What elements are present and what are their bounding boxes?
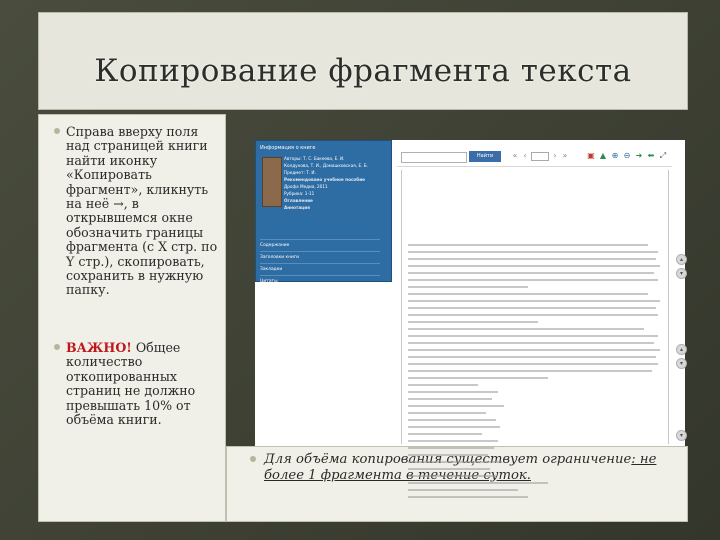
- page-text-line: [408, 356, 656, 358]
- page-text-line: [408, 447, 494, 449]
- page-text-line: [408, 433, 482, 435]
- page-text-line: [408, 377, 548, 379]
- page-text-line: [408, 258, 656, 260]
- page-text-line: [408, 489, 518, 491]
- page-text-line: [408, 468, 490, 470]
- book-annotation-link[interactable]: Аннотация: [284, 204, 384, 211]
- bullet-copy-instructions: Справа вверху поля над страницей книги н…: [54, 124, 220, 298]
- page-text-line: [408, 426, 500, 428]
- prev-page-icon[interactable]: ‹: [521, 152, 529, 160]
- zoom-out-icon[interactable]: ⊖: [623, 152, 631, 160]
- bullet-marker-icon: [54, 128, 60, 134]
- arrow-right-icon[interactable]: ➜: [635, 152, 643, 160]
- book-info-line: Рекомендовано учебное пособие: [284, 177, 366, 182]
- scroll-down-icon[interactable]: ▾: [676, 430, 687, 441]
- book-info-line: Рубрика: 1-11: [284, 191, 315, 196]
- book-info-line: Авторы: Т. С. Бакеева, Е. И.: [284, 156, 345, 161]
- page-text-line: [408, 440, 498, 442]
- page-text-line: [408, 412, 486, 414]
- arrow-left-icon[interactable]: ⬅: [647, 152, 655, 160]
- page-text-line: [408, 405, 504, 407]
- title-box: Копирование фрагмента текста: [38, 12, 688, 110]
- book-info-lines: Авторы: Т. С. Бакеева, Е. И. Колдунова, …: [284, 155, 384, 211]
- page-text-line: [408, 391, 498, 393]
- page-field-icon[interactable]: [531, 152, 549, 161]
- page-text-line: [408, 244, 648, 246]
- page-text-line: [408, 342, 654, 344]
- page-text-line: [408, 286, 528, 288]
- page-text-line: [408, 279, 658, 281]
- page-text-line: [408, 419, 496, 421]
- book-info-pane: Информация о книге Авторы: Т. С. Бакеева…: [255, 140, 392, 284]
- page-text-line: [408, 307, 656, 309]
- book-info-line: Предмет: Т. И.: [284, 170, 316, 175]
- page-text-line: [408, 335, 658, 337]
- scroll-down-icon[interactable]: ▾: [676, 268, 687, 279]
- important-label: ВАЖНО!: [66, 340, 132, 355]
- page-text-line: [408, 398, 492, 400]
- slide-title: Копирование фрагмента текста: [94, 53, 632, 89]
- page-text-line: [408, 384, 478, 386]
- page-text-line: [408, 349, 660, 351]
- page-text-line: [408, 300, 660, 302]
- zoom-in-icon[interactable]: ⊕: [611, 152, 619, 160]
- reader-toolbar: Найти « ‹ › » ▣ ▲ ⊕ ⊖ ➜ ⬅ ⤢: [397, 148, 672, 167]
- page-text-line: [408, 475, 496, 477]
- page-text-line: [408, 370, 652, 372]
- bullet-marker-icon: [54, 344, 60, 350]
- page-text-line: [408, 328, 644, 330]
- book-info-header: Информация о книге: [260, 145, 316, 151]
- ebook-reader-screenshot: Информация о книге Авторы: Т. С. Бакеева…: [255, 140, 687, 498]
- book-contents-link[interactable]: Оглавление: [284, 197, 384, 204]
- page-text-line: [408, 482, 548, 484]
- bullet-copy-text: Справа вверху поля над страницей книги н…: [66, 124, 218, 298]
- next-page-icon[interactable]: ›: [551, 152, 559, 160]
- page-text-line: [408, 272, 654, 274]
- copy-fragment-icon[interactable]: ▣: [587, 152, 595, 160]
- last-page-icon[interactable]: »: [561, 152, 569, 160]
- page-text-line: [408, 461, 502, 463]
- menu-item-headings[interactable]: Заголовки книги: [260, 251, 380, 263]
- page-text-line: [408, 293, 648, 295]
- book-pane-menu: Содержание Заголовки книги Закладки Цита…: [260, 239, 380, 287]
- page-text-line: [408, 454, 488, 456]
- scroll-up-icon[interactable]: ▴: [676, 254, 687, 265]
- bullet-marker-icon: [250, 456, 256, 462]
- search-input[interactable]: [401, 152, 467, 163]
- page-text-line: [408, 251, 658, 253]
- page-text-line: [408, 314, 658, 316]
- book-cover-image: [262, 157, 282, 207]
- find-button[interactable]: Найти: [469, 151, 501, 162]
- page-text-line: [408, 496, 528, 498]
- page-text-line: [408, 363, 658, 365]
- book-info-line: Дрофа Медиа, 2011: [284, 184, 328, 189]
- page-text-line: [408, 321, 538, 323]
- bullet-important: ВАЖНО! Общее количество откопированных с…: [54, 340, 220, 427]
- scroll-down-icon[interactable]: ▾: [676, 358, 687, 369]
- book-page: [401, 170, 669, 498]
- menu-item-quotes[interactable]: Цитаты: [260, 275, 380, 287]
- fullscreen-icon[interactable]: ⤢: [659, 152, 667, 160]
- book-info-line: Колдунова, Т. И., Домашковская, Е. Б.: [284, 163, 368, 168]
- first-page-icon[interactable]: «: [511, 152, 519, 160]
- bookmark-icon[interactable]: ▲: [599, 152, 607, 160]
- menu-item-bookmarks[interactable]: Закладки: [260, 263, 380, 275]
- scroll-up-icon[interactable]: ▴: [676, 344, 687, 355]
- menu-item-contents[interactable]: Содержание: [260, 239, 380, 251]
- page-text-line: [408, 265, 660, 267]
